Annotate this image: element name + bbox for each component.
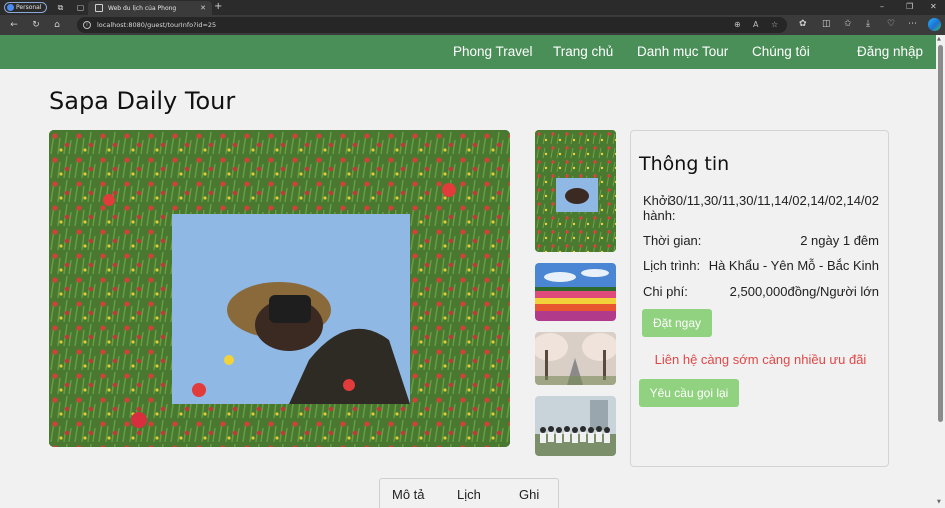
read-aloud-icon[interactable]: A — [753, 20, 758, 29]
close-window-icon[interactable]: ✕ — [930, 2, 937, 11]
nav-home-link[interactable]: Trang chủ — [553, 44, 613, 59]
split-screen-icon[interactable]: ◫ — [822, 19, 831, 29]
tour-main-image — [49, 130, 510, 447]
nav-brand-link[interactable]: Phong Travel — [453, 44, 533, 59]
itinerary-label: Lịch trình: — [643, 258, 701, 273]
address-bar-row: ← ↻ ⌂ i localhost:8080/guest/tourInfo?id… — [0, 15, 945, 35]
settings-more-icon[interactable]: ⋯ — [908, 19, 917, 29]
book-now-button[interactable]: Đặt ngay — [642, 309, 712, 337]
downloads-icon[interactable]: ⤓ — [866, 19, 870, 29]
nav-tour-catalog-link[interactable]: Danh mục Tour — [637, 44, 728, 59]
profile-label: Personal — [16, 4, 42, 11]
tour-info-card: Thông tin Khởi hành: 30/11,30/11,30/11,1… — [630, 130, 889, 467]
duration-row: Thời gian: 2 ngày 1 đêm — [643, 233, 879, 249]
tab-schedule[interactable]: Lịch — [457, 487, 481, 502]
tab-title: Web du lịch của Phong — [108, 4, 177, 12]
nav-about-link[interactable]: Chúng tôi — [752, 44, 810, 59]
browser-tab-active[interactable]: Web du lịch của Phong ✕ — [88, 1, 212, 15]
tab-description[interactable]: Mô tả — [392, 487, 425, 502]
tab-actions-icon[interactable]: ▢ — [76, 3, 85, 12]
departure-row: Khởi hành: 30/11,30/11,30/11,14/02,14/02… — [643, 193, 879, 225]
site-navbar: Phong Travel Trang chủ Danh mục Tour Chú… — [0, 35, 936, 69]
zoom-icon[interactable]: ⊕ — [734, 20, 741, 29]
back-icon[interactable]: ← — [8, 19, 20, 31]
price-label: Chi phí: — [643, 284, 688, 299]
refresh-icon[interactable]: ↻ — [30, 19, 42, 31]
tab-note[interactable]: Ghi — [519, 487, 539, 502]
site-info-icon[interactable]: i — [83, 21, 91, 29]
promo-text: Liên hệ càng sớm càng nhiều ưu đãi — [654, 352, 867, 367]
detail-tabs: Mô tả Lịch Ghi — [379, 478, 559, 508]
browser-tab-strip: Personal ⧉ ▢ Web du lịch của Phong ✕ + –… — [0, 0, 945, 15]
extensions-icon[interactable]: ✿ — [799, 19, 807, 29]
page-scrollbar[interactable]: ▲ ▼ — [936, 35, 945, 508]
profile-avatar-icon — [7, 4, 14, 11]
itinerary-value: Hà Khẩu - Yên Mỗ - Bắc Kinh — [708, 258, 879, 273]
favorites-icon[interactable]: ✩ — [844, 19, 852, 29]
nav-login-link[interactable]: Đăng nhập — [857, 44, 923, 59]
profile-button[interactable]: Personal — [4, 2, 47, 13]
copilot-icon[interactable] — [928, 18, 941, 31]
page-favicon-icon — [95, 4, 103, 12]
new-tab-button[interactable]: + — [214, 1, 222, 12]
tour-thumbnail[interactable] — [535, 263, 616, 321]
itinerary-row: Lịch trình: Hà Khẩu - Yên Mỗ - Bắc Kinh — [643, 258, 879, 274]
restore-icon[interactable]: ❐ — [906, 2, 913, 11]
url-text: localhost:8080/guest/tourInfo?id=25 — [97, 21, 217, 29]
tour-thumbnail[interactable] — [535, 396, 616, 456]
close-tab-icon[interactable]: ✕ — [200, 4, 206, 12]
duration-label: Thời gian: — [643, 233, 702, 248]
web-page: Phong Travel Trang chủ Danh mục Tour Chú… — [0, 35, 936, 508]
info-heading: Thông tin — [639, 153, 730, 175]
scroll-down-icon[interactable]: ▼ — [937, 499, 941, 505]
scrollbar-thumb[interactable] — [938, 45, 943, 422]
price-row: Chi phí: 2,500,000đồng/Người lớn — [643, 284, 879, 300]
request-callback-button[interactable]: Yêu cầu gọi lại — [639, 379, 739, 407]
workspaces-icon[interactable]: ⧉ — [56, 3, 65, 12]
favorite-icon[interactable]: ☆ — [771, 20, 778, 29]
home-icon[interactable]: ⌂ — [51, 19, 63, 31]
address-bar[interactable]: i localhost:8080/guest/tourInfo?id=25 — [77, 17, 787, 33]
tour-thumbnail[interactable] — [535, 332, 616, 385]
minimize-icon[interactable]: – — [880, 2, 884, 11]
duration-value: 2 ngày 1 đêm — [800, 233, 879, 248]
tour-title: Sapa Daily Tour — [49, 87, 236, 115]
departure-value: 30/11,30/11,30/11,14/02,14/02,14/02 — [668, 193, 879, 208]
tour-thumbnail[interactable] — [535, 130, 616, 252]
scroll-up-icon[interactable]: ▲ — [937, 36, 941, 42]
price-value: 2,500,000đồng/Người lớn — [729, 284, 879, 299]
browser-essentials-icon[interactable]: ♡ — [887, 19, 895, 29]
